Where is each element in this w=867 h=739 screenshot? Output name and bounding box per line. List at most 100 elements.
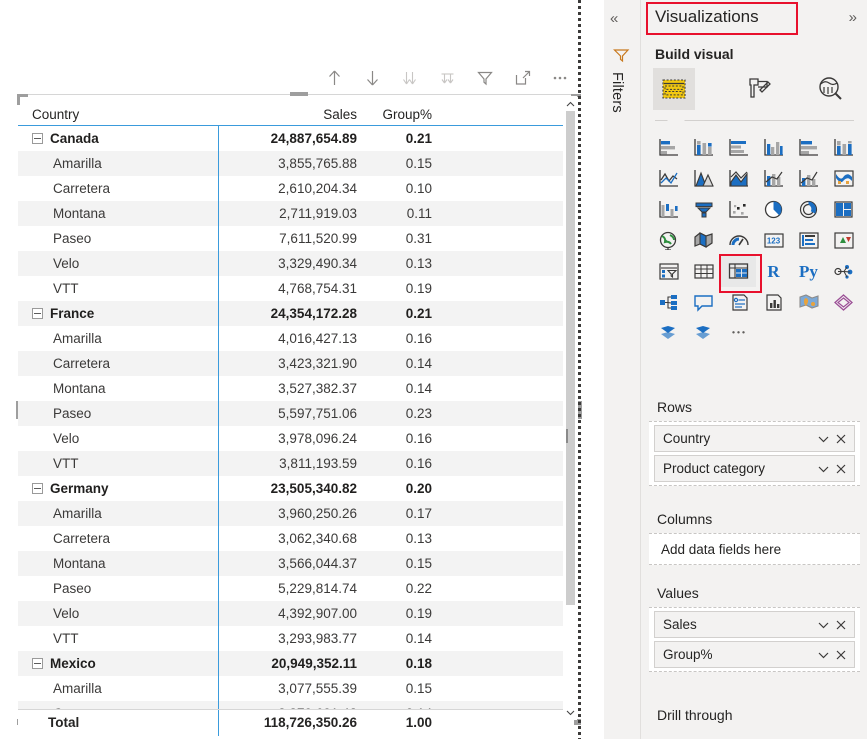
key-influencers-visual-icon[interactable]	[826, 256, 861, 287]
line-and-clustered-column-chart-icon[interactable]	[791, 163, 826, 194]
scroll-down-icon[interactable]	[564, 705, 577, 720]
clustered-column-chart-icon[interactable]	[756, 132, 791, 163]
matrix-child-row[interactable]: Carretera 3,062,340.68 0.13	[18, 526, 563, 551]
stacked-area-chart-icon[interactable]	[721, 163, 756, 194]
matrix-child-row[interactable]: Velo 3,329,490.34 0.13	[18, 251, 563, 276]
matrix-child-row[interactable]: Amarilla 3,077,555.39 0.15	[18, 676, 563, 701]
power-apps-visual-icon[interactable]	[651, 318, 686, 349]
close-icon[interactable]	[832, 460, 850, 478]
go-to-next-level-icon[interactable]	[438, 67, 458, 89]
filters-pane-collapsed[interactable]: « Filters	[604, 0, 640, 739]
matrix-child-row[interactable]: Montana 2,711,919.03 0.11	[18, 201, 563, 226]
field-chip-country[interactable]: Country	[654, 425, 855, 452]
build-visual-tab[interactable]	[653, 68, 695, 110]
clustered-bar-chart-icon[interactable]	[721, 132, 756, 163]
matrix-group-row[interactable]: Germany 23,505,340.82 0.20	[18, 476, 563, 501]
matrix-child-row[interactable]: Paseo 5,229,814.74 0.22	[18, 576, 563, 601]
matrix-child-row[interactable]: VTT 4,768,754.31 0.19	[18, 276, 563, 301]
matrix-child-row[interactable]: VTT 3,293,983.77 0.14	[18, 626, 563, 651]
well-columns-dropzone[interactable]: Add data fields here	[649, 533, 860, 565]
matrix-child-row[interactable]: Amarilla 4,016,427.13 0.16	[18, 326, 563, 351]
slicer-visual-icon[interactable]	[651, 256, 686, 287]
column-header-group-pct[interactable]: Group%	[363, 107, 438, 122]
collapse-icon[interactable]	[32, 133, 43, 144]
treemap-chart-icon[interactable]	[826, 194, 861, 225]
r-script-visual-icon[interactable]: R	[756, 256, 791, 287]
azure-map-visual-icon[interactable]	[826, 287, 861, 318]
chevron-down-icon[interactable]	[814, 646, 832, 664]
matrix-child-row[interactable]: Paseo 5,597,751.06 0.23	[18, 401, 563, 426]
field-chip-group-pct[interactable]: Group%	[654, 641, 855, 668]
matrix-group-row[interactable]: Mexico 20,949,352.11 0.18	[18, 651, 563, 676]
scrollbar-grip[interactable]	[566, 429, 575, 443]
report-canvas[interactable]: Country Sales Group% Canada 24,887,654.89…	[0, 0, 582, 739]
map-visual-icon[interactable]	[651, 225, 686, 256]
chevron-down-icon[interactable]	[814, 616, 832, 634]
well-rows-dropzone[interactable]: Country Product category	[649, 421, 860, 486]
stacked-bar-chart-icon[interactable]	[651, 132, 686, 163]
ribbon-chart-icon[interactable]	[826, 163, 861, 194]
metrics-visual-icon[interactable]	[756, 287, 791, 318]
chevron-down-icon[interactable]	[814, 460, 832, 478]
collapse-icon[interactable]	[32, 308, 43, 319]
scrollbar-thumb[interactable]	[566, 111, 575, 605]
100-stacked-column-chart-icon[interactable]	[826, 132, 861, 163]
matrix-vertical-scrollbar[interactable]	[564, 96, 577, 720]
100-stacked-bar-chart-icon[interactable]	[791, 132, 826, 163]
area-chart-icon[interactable]	[686, 163, 721, 194]
more-options-icon[interactable]	[550, 67, 570, 89]
matrix-child-row[interactable]: Velo 4,392,907.00 0.19	[18, 601, 563, 626]
scrollbar-track[interactable]	[564, 111, 577, 705]
collapse-pane-icon[interactable]: «	[610, 10, 618, 27]
python-script-visual-icon[interactable]: Py	[791, 256, 826, 287]
pane-splitter[interactable]	[578, 0, 581, 739]
multi-row-card-visual-icon[interactable]	[791, 225, 826, 256]
matrix-group-row[interactable]: Canada 24,887,654.89 0.21	[18, 126, 563, 151]
decomposition-tree-visual-icon[interactable]	[651, 287, 686, 318]
field-chip-sales[interactable]: Sales	[654, 611, 855, 638]
matrix-visual[interactable]: Country Sales Group% Canada 24,887,654.89…	[18, 96, 563, 720]
donut-chart-icon[interactable]	[791, 194, 826, 225]
matrix-child-row[interactable]: Amarilla 3,855,765.88 0.15	[18, 151, 563, 176]
line-and-stacked-column-chart-icon[interactable]	[756, 163, 791, 194]
focus-mode-icon[interactable]	[513, 67, 533, 89]
field-chip-product-category[interactable]: Product category	[654, 455, 855, 482]
table-visual-icon[interactable]	[686, 256, 721, 287]
matrix-child-row[interactable]: Carretera 2,610,204.34 0.10	[18, 176, 563, 201]
filter-icon[interactable]	[475, 67, 495, 89]
gauge-visual-icon[interactable]	[721, 225, 756, 256]
expand-pane-icon[interactable]: »	[849, 9, 857, 26]
get-more-visuals-icon[interactable]: ···	[721, 318, 756, 349]
funnel-chart-icon[interactable]	[686, 194, 721, 225]
filled-map-visual-icon[interactable]	[686, 225, 721, 256]
collapse-icon[interactable]	[32, 658, 43, 669]
analytics-tab[interactable]	[809, 68, 851, 110]
line-chart-icon[interactable]	[651, 163, 686, 194]
drill-up-icon[interactable]	[325, 67, 345, 89]
power-automate-visual-icon[interactable]	[686, 318, 721, 349]
filters-pane-label[interactable]: Filters	[609, 72, 625, 113]
matrix-child-row[interactable]: Paseo 7,611,520.99 0.31	[18, 226, 563, 251]
scroll-up-icon[interactable]	[564, 96, 577, 111]
card-visual-icon[interactable]: 123	[756, 225, 791, 256]
stacked-column-chart-icon[interactable]	[686, 132, 721, 163]
matrix-child-row[interactable]: VTT 3,811,193.59 0.16	[18, 451, 563, 476]
matrix-child-row[interactable]: Velo 3,978,096.24 0.16	[18, 426, 563, 451]
matrix-child-row[interactable]: Amarilla 3,960,250.26 0.17	[18, 501, 563, 526]
matrix-child-row[interactable]: Carretera 3,423,321.90 0.14	[18, 351, 563, 376]
close-icon[interactable]	[832, 616, 850, 634]
matrix-child-row[interactable]: Montana 3,566,044.37 0.15	[18, 551, 563, 576]
qna-visual-icon[interactable]	[686, 287, 721, 318]
collapse-icon[interactable]	[32, 483, 43, 494]
pie-chart-icon[interactable]	[756, 194, 791, 225]
matrix-visual-icon[interactable]	[719, 254, 762, 293]
drill-down-icon[interactable]	[363, 67, 383, 89]
smart-narrative-visual-icon[interactable]	[721, 287, 756, 318]
close-icon[interactable]	[832, 430, 850, 448]
well-values-dropzone[interactable]: Sales Group%	[649, 607, 860, 672]
expand-all-down-icon[interactable]	[400, 67, 420, 89]
close-icon[interactable]	[832, 646, 850, 664]
column-header-sales[interactable]: Sales	[218, 107, 363, 122]
scatter-chart-icon[interactable]	[721, 194, 756, 225]
waterfall-chart-icon[interactable]	[651, 194, 686, 225]
